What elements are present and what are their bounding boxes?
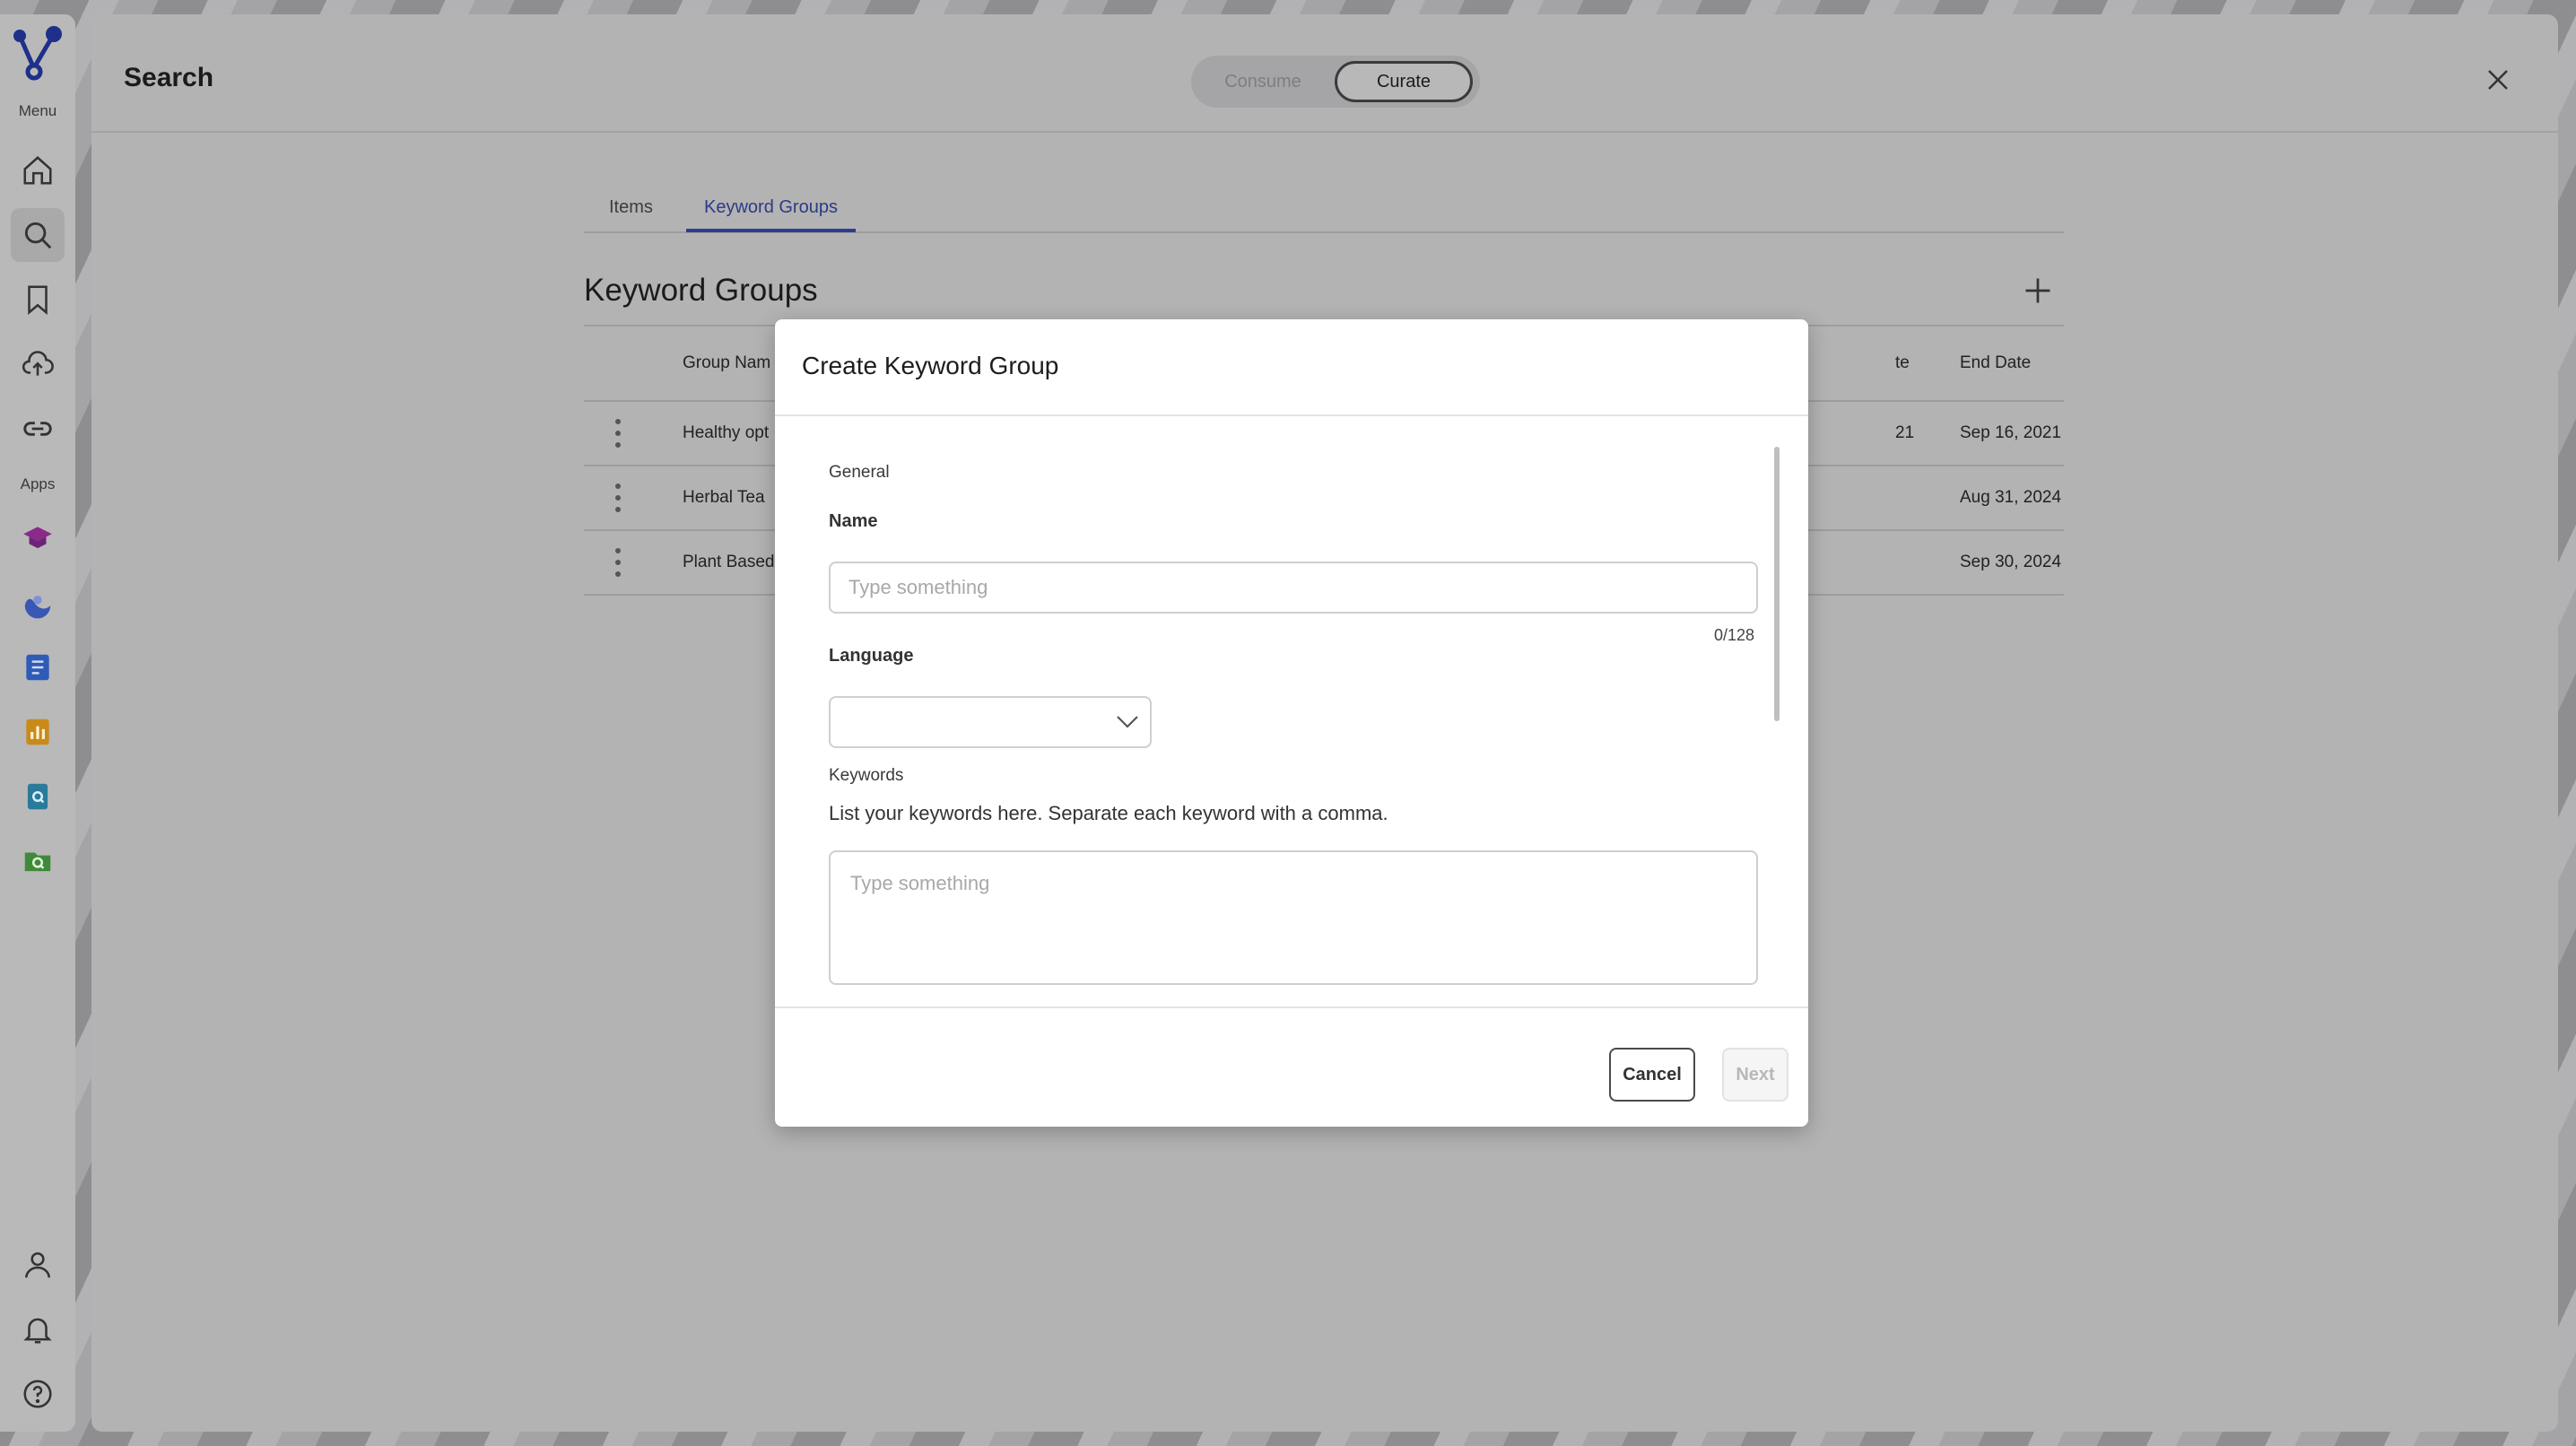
group-name-cell: Herbal Tea <box>683 488 765 507</box>
search-document-icon <box>27 783 48 810</box>
mode-toggle: Consume Curate <box>1191 56 1480 108</box>
keywords-help-text: List your keywords here. Separate each k… <box>829 802 1388 824</box>
search-folder-icon <box>24 852 51 872</box>
wave-icon <box>24 596 51 619</box>
chevron-down-icon <box>1117 716 1138 728</box>
general-section-label: General <box>829 463 890 482</box>
cancel-button[interactable]: Cancel <box>1609 1048 1695 1102</box>
name-label: Name <box>829 511 878 531</box>
language-select[interactable] <box>829 696 1152 748</box>
group-name-cell: Healthy opt <box>683 423 770 442</box>
close-icon[interactable] <box>2485 66 2511 93</box>
bar-chart-icon <box>26 719 49 745</box>
start-date-cell: 21 <box>1895 423 1915 442</box>
end-date-cell: Sep 16, 2021 <box>1960 423 2062 442</box>
keywords-section-label: Keywords <box>829 766 904 785</box>
dialog-title: Create Keyword Group <box>802 352 1059 379</box>
home-icon <box>23 156 52 185</box>
dialog-body: General Name 0/128 Language Keywords Lis… <box>775 418 1808 1006</box>
bell-icon <box>23 1318 52 1344</box>
menu-label: Menu <box>18 102 57 119</box>
language-label: Language <box>829 646 914 666</box>
app-wave[interactable] <box>11 576 65 630</box>
top-bar: Search Consume Curate <box>91 14 2558 133</box>
page-title: Search <box>124 63 214 92</box>
name-char-counter: 0/128 <box>1713 626 1754 644</box>
links-nav[interactable] <box>11 402 65 456</box>
logo-icon <box>13 26 62 81</box>
end-date-cell: Sep 30, 2024 <box>1960 553 2062 571</box>
keywords-textarea[interactable] <box>829 850 1758 985</box>
app-documents[interactable] <box>11 640 65 694</box>
app-search-folder[interactable] <box>11 834 65 888</box>
dialog-footer: Cancel Next <box>775 1006 1808 1127</box>
bookmark-icon <box>28 285 48 315</box>
app-search-docs[interactable] <box>11 770 65 823</box>
tab-items[interactable]: Items <box>604 197 658 229</box>
dialog-scrollbar[interactable] <box>1774 447 1780 721</box>
name-input[interactable] <box>829 562 1758 614</box>
section-title: Keyword Groups <box>584 273 818 308</box>
end-date-cell: Aug 31, 2024 <box>1960 488 2062 507</box>
column-header-end-date[interactable]: End Date <box>1960 353 2031 373</box>
app-analytics[interactable] <box>11 705 65 759</box>
link-icon <box>23 422 52 436</box>
bookmarks-nav[interactable] <box>11 273 65 327</box>
next-button[interactable]: Next <box>1722 1048 1788 1102</box>
more-vertical-icon[interactable] <box>609 546 627 579</box>
document-list-icon <box>26 654 49 681</box>
apps-label: Apps <box>20 475 56 492</box>
search-nav[interactable] <box>11 208 65 262</box>
home-nav[interactable] <box>11 144 65 197</box>
mode-curate-option[interactable]: Curate <box>1335 61 1473 102</box>
tab-bar: Items Keyword Groups <box>584 194 2064 233</box>
column-header-start-date[interactable]: te <box>1895 353 1910 373</box>
column-header-group-name[interactable]: Group Nam <box>683 353 770 373</box>
profile-nav[interactable] <box>11 1238 65 1292</box>
graduation-cap-icon <box>23 527 52 549</box>
help-nav[interactable] <box>11 1367 65 1421</box>
dialog-header: Create Keyword Group <box>775 319 1808 416</box>
tab-keyword-groups[interactable]: Keyword Groups <box>686 197 856 232</box>
create-keyword-group-dialog: Create Keyword Group General Name 0/128 … <box>775 319 1808 1127</box>
more-vertical-icon[interactable] <box>609 482 627 514</box>
user-icon <box>25 1252 50 1278</box>
left-rail: Menu Apps <box>0 14 75 1432</box>
mode-consume-option[interactable]: Consume <box>1200 61 1326 102</box>
help-icon <box>23 1380 52 1408</box>
app-learning[interactable] <box>11 511 65 565</box>
notifications-nav[interactable] <box>11 1302 65 1356</box>
more-vertical-icon[interactable] <box>609 417 627 449</box>
upload-nav[interactable] <box>11 337 65 391</box>
upload-cloud-icon <box>22 351 54 376</box>
search-icon <box>24 222 52 249</box>
plus-icon[interactable] <box>2022 274 2054 307</box>
group-name-cell: Plant Based <box>683 553 775 571</box>
